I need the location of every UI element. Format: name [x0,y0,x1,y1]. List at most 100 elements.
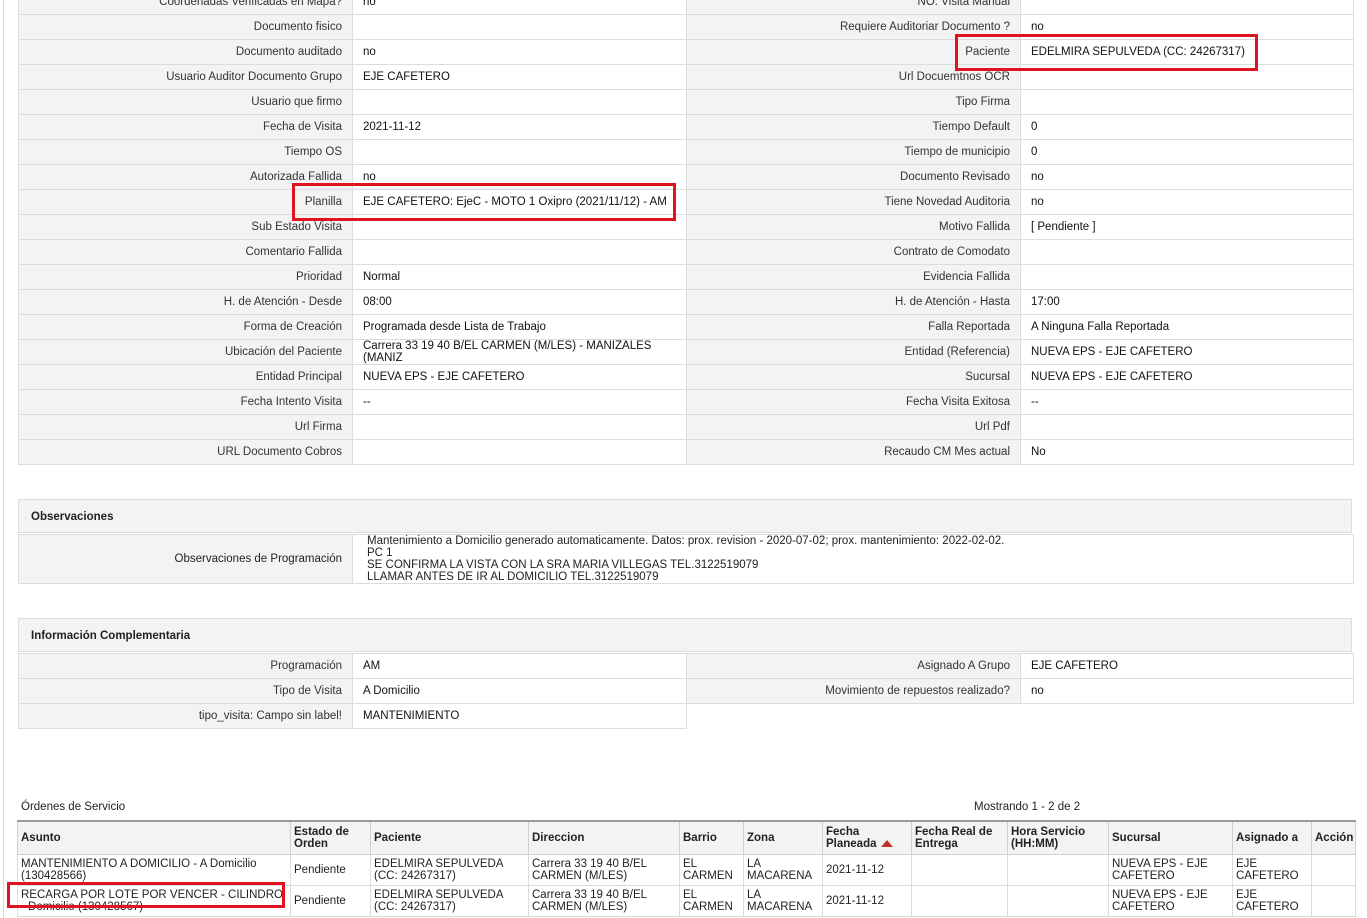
field-label: Forma de Creación [18,314,353,340]
cell-zona: LA MACARENA [743,885,823,917]
field-label: Usuario Auditor Documento Grupo [18,64,353,90]
cell-direccion: Carrera 33 19 40 B/EL CARMEN (M/LES) [528,885,680,917]
field-label: Recaudo CM Mes actual [686,439,1021,465]
ordenes-table: Asunto Estado de Orden Paciente Direccio… [17,820,1356,917]
cell-asunto[interactable]: MANTENIMIENTO A DOMICILIO - A Domicilio … [17,854,291,886]
field-label: Comentario Fallida [18,239,353,265]
field-value: -- [1020,389,1354,415]
detail-row: Fecha de Visita 2021-11-12 Tiempo Default 0 [18,114,1354,140]
field-label: Tiempo OS [18,139,353,165]
field-value: A Domicilio [352,678,687,704]
field-label: Tipo Firma [686,89,1021,115]
cell-asunto[interactable]: RECARGA POR LOTE POR VENCER - CILINDRO -… [17,885,291,917]
field-label: Tipo de Visita [18,678,353,704]
detail-row: Usuario Auditor Documento Grupo EJE CAFET… [18,64,1354,90]
field-value: NUEVA EPS - EJE CAFETERO [1020,364,1354,390]
col-paciente[interactable]: Paciente [370,820,529,855]
observaciones-header: Observaciones [18,499,1352,533]
detail-row: Programación AM Asignado A Grupo EJE CAFETE… [18,653,1354,679]
field-label: Documento auditado [18,39,353,65]
field-value [352,439,687,465]
field-value [1020,0,1354,15]
col-fecha-real[interactable]: Fecha Real de Entrega [911,820,1008,855]
field-label: Evidencia Fallida [686,264,1021,290]
col-hora-servicio[interactable]: Hora Servicio (HH:MM) [1007,820,1109,855]
detail-row: Autorizada Fallida no Documento Revisado no [18,164,1354,190]
observaciones-line: Mantenimiento a Domicilio generado autom… [367,535,1005,547]
field-label: Entidad Principal [18,364,353,390]
field-label: Planilla [18,189,353,215]
col-asignado[interactable]: Asignado a [1232,820,1312,855]
cell-hora-servicio [1007,885,1109,917]
field-value: no [1020,678,1354,704]
sort-asc-icon [880,840,893,848]
field-value: 0 [1020,114,1354,140]
ordenes-body: MANTENIMIENTO A DOMICILIO - A Domicilio … [17,854,1356,917]
field-label: Asignado A Grupo [686,653,1021,679]
field-value: 08:00 [352,289,687,315]
detail-row: Documento fisico Requiere Auditoriar Docu… [18,14,1354,40]
complementaria-header: Información Complementaria [18,618,1352,652]
cell-zona: LA MACARENA [743,854,823,886]
complementaria-body: Programación AM Asignado A Grupo EJE CAFETE… [18,653,1354,729]
observaciones-line: SE CONFIRMA LA VISTA CON LA SRA MARIA VI… [367,559,759,571]
field-label: Fecha de Visita [18,114,353,140]
field-value: 0 [1020,139,1354,165]
detail-row: URL Documento Cobros Recaudo CM Mes actua… [18,439,1354,465]
field-label: Paciente [686,39,1021,65]
ordenes-header-row: Asunto Estado de Orden Paciente Direccio… [17,820,1356,855]
field-value: Carrera 33 19 40 B/EL CARMEN (M/LES) - M… [352,339,687,365]
field-value: -- [352,389,687,415]
detail-row: Tiempo OS Tiempo de municipio 0 [18,139,1354,165]
field-value: AM [352,653,687,679]
col-estado[interactable]: Estado de Orden [290,820,371,855]
field-label: Tiempo de municipio [686,139,1021,165]
field-value [1020,414,1354,440]
field-label: Fecha Intento Visita [18,389,353,415]
col-zona[interactable]: Zona [743,820,823,855]
visit-details-body: Coordenadas Verificadas en Mapa? no NO. Vi… [18,0,1354,465]
detail-row: Sub Estado Visita Motivo Fallida[ Pendien… [18,214,1354,240]
field-label: Ubicación del Paciente [18,339,353,365]
field-value: MANTENIMIENTO [352,703,687,729]
complementaria-table: Programación AM Asignado A Grupo EJE CAFETE… [18,653,1354,729]
field-value: Programada desde Lista de Trabajo [352,314,687,340]
detail-row: Documento auditado no Paciente EDELMIRA SEP… [18,39,1354,65]
field-value: 2021-11-12 [352,114,687,140]
ordenes-count: Mostrando 1 - 2 de 2 [974,801,1081,813]
field-label: Sub Estado Visita [18,214,353,240]
col-asunto[interactable]: Asunto [17,820,291,855]
observaciones-label: Observaciones de Programación [18,534,353,584]
field-value: [ Pendiente ] [1020,214,1354,240]
field-value: NUEVA EPS - EJE CAFETERO [352,364,687,390]
detail-row: Usuario que firmo Tipo Firma [18,89,1354,115]
cell-barrio: EL CARMEN [679,885,744,917]
field-value: NUEVA EPS - EJE CAFETERO [1020,339,1354,365]
table-row[interactable]: MANTENIMIENTO A DOMICILIO - A Domicilio … [17,854,1356,886]
field-label: tipo_visita: Campo sin label! [18,703,353,729]
col-direccion[interactable]: Direccion [528,820,680,855]
field-label: H. de Atención - Desde [18,289,353,315]
field-label: Sucursal [686,364,1021,390]
observaciones-value: Mantenimiento a Domicilio generado autom… [352,534,1354,584]
field-value: A Ninguna Falla Reportada [1020,314,1354,340]
col-sucursal[interactable]: Sucursal [1108,820,1233,855]
field-label: Motivo Fallida [686,214,1021,240]
cell-estado: Pendiente [290,854,371,886]
empty-cell [687,704,1021,729]
field-value [352,414,687,440]
col-fecha-planeada[interactable]: Fecha Planeada [822,820,912,855]
detail-row: Planilla EJE CAFETERO: EjeC - MOTO 1 Oxip… [18,189,1354,215]
field-value: no [352,164,687,190]
field-value: no [1020,14,1354,40]
field-value [352,239,687,265]
observaciones-row: Observaciones de Programación Mantenimie… [18,534,1354,584]
detail-row: Forma de Creación Programada desde Lista … [18,314,1354,340]
table-row[interactable]: RECARGA POR LOTE POR VENCER - CILINDRO -… [17,885,1356,917]
field-value: 17:00 [1020,289,1354,315]
detail-row: Comentario Fallida Contrato de Comodato [18,239,1354,265]
cell-accion [1311,854,1356,886]
field-label: Falla Reportada [686,314,1021,340]
field-label: Fecha Visita Exitosa [686,389,1021,415]
col-barrio[interactable]: Barrio [679,820,744,855]
